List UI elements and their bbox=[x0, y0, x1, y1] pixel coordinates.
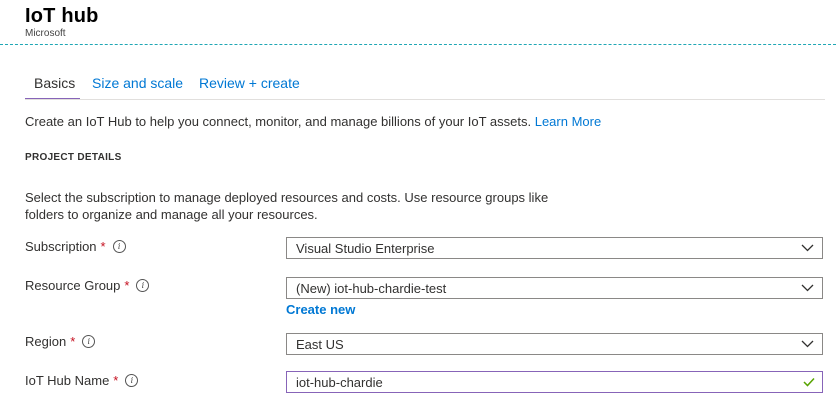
info-icon[interactable]: i bbox=[125, 374, 139, 387]
info-icon[interactable]: i bbox=[112, 240, 126, 253]
required-marker: * bbox=[100, 239, 106, 254]
tab-size-and-scale[interactable]: Size and scale bbox=[92, 75, 183, 91]
intro-description: Create an IoT Hub to help you connect, m… bbox=[25, 114, 532, 129]
subscription-value: Visual Studio Enterprise bbox=[296, 241, 435, 256]
chevron-down-icon bbox=[801, 340, 814, 348]
required-marker: * bbox=[124, 278, 130, 293]
learn-more-link[interactable]: Learn More bbox=[535, 114, 601, 129]
region-value: East US bbox=[296, 337, 344, 352]
hub-name-label-text: IoT Hub Name bbox=[25, 373, 110, 388]
subscription-label: Subscription * i bbox=[25, 239, 126, 254]
tab-review-create[interactable]: Review + create bbox=[199, 75, 300, 91]
resource-group-value: (New) iot-hub-chardie-test bbox=[296, 281, 447, 296]
tab-bar: Basics Size and scale Review + create bbox=[25, 75, 825, 100]
header-divider bbox=[0, 44, 836, 45]
info-icon[interactable]: i bbox=[82, 335, 96, 348]
resource-group-label: Resource Group * i bbox=[25, 278, 150, 293]
region-select[interactable]: East US bbox=[286, 333, 823, 355]
page-title: IoT hub bbox=[25, 5, 99, 27]
intro-text: Create an IoT Hub to help you connect, m… bbox=[25, 114, 601, 129]
required-marker: * bbox=[113, 373, 119, 388]
info-icon[interactable]: i bbox=[136, 279, 150, 292]
create-new-link[interactable]: Create new bbox=[286, 302, 355, 317]
section-description: Select the subscription to manage deploy… bbox=[25, 190, 549, 222]
hub-name-value: iot-hub-chardie bbox=[296, 375, 383, 390]
required-marker: * bbox=[70, 334, 76, 349]
resource-group-select[interactable]: (New) iot-hub-chardie-test bbox=[286, 277, 823, 299]
chevron-down-icon bbox=[801, 284, 814, 292]
region-label: Region * i bbox=[25, 334, 96, 349]
section-heading: PROJECT DETAILS bbox=[25, 152, 122, 163]
hub-name-input[interactable]: iot-hub-chardie bbox=[286, 371, 823, 393]
subscription-label-text: Subscription bbox=[25, 239, 97, 254]
page-subtitle: Microsoft bbox=[25, 28, 66, 39]
blade-header: IoT hub Microsoft bbox=[0, 0, 836, 45]
subscription-select[interactable]: Visual Studio Enterprise bbox=[286, 237, 823, 259]
region-label-text: Region bbox=[25, 334, 67, 349]
hub-name-label: IoT Hub Name * i bbox=[25, 373, 139, 388]
resource-group-label-text: Resource Group bbox=[25, 278, 121, 293]
checkmark-icon bbox=[803, 377, 815, 387]
chevron-down-icon bbox=[801, 244, 814, 252]
tabs-divider bbox=[25, 99, 825, 100]
tab-basics[interactable]: Basics bbox=[34, 75, 75, 91]
